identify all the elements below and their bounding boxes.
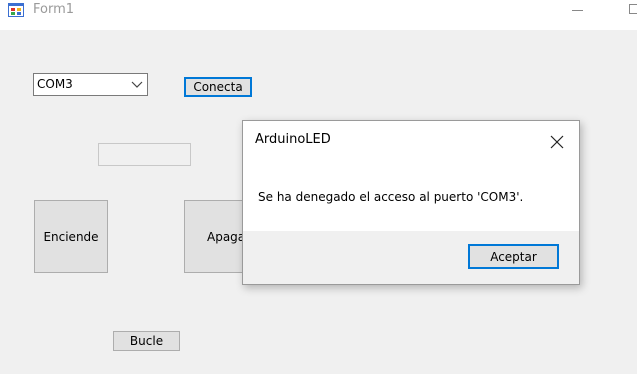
connect-button[interactable]: Conecta xyxy=(184,77,252,97)
port-select[interactable]: COM3 xyxy=(33,73,148,96)
dialog-title: ArduinoLED xyxy=(255,132,331,147)
minimize-icon[interactable] xyxy=(572,10,583,11)
close-icon[interactable] xyxy=(546,131,568,153)
port-select-value: COM3 xyxy=(37,77,73,91)
dialog-footer: Aceptar xyxy=(243,231,579,284)
title-bar: Form1 xyxy=(0,0,637,30)
maximize-icon[interactable] xyxy=(629,4,637,14)
chevron-down-icon xyxy=(131,81,143,88)
form-app-icon xyxy=(8,3,24,17)
status-text-box[interactable] xyxy=(98,143,191,166)
window-title: Form1 xyxy=(33,2,75,17)
turn-on-button[interactable]: Enciende xyxy=(34,200,108,273)
form1-window: Form1 COM3 Conecta Enciende Apaga Bucle … xyxy=(0,0,637,374)
dialog-message: Se ha denegado el acceso al puerto 'COM3… xyxy=(258,190,524,204)
accept-button[interactable]: Aceptar xyxy=(468,244,559,269)
error-dialog: ArduinoLED Se ha denegado el acceso al p… xyxy=(242,120,580,285)
loop-button[interactable]: Bucle xyxy=(113,331,180,351)
